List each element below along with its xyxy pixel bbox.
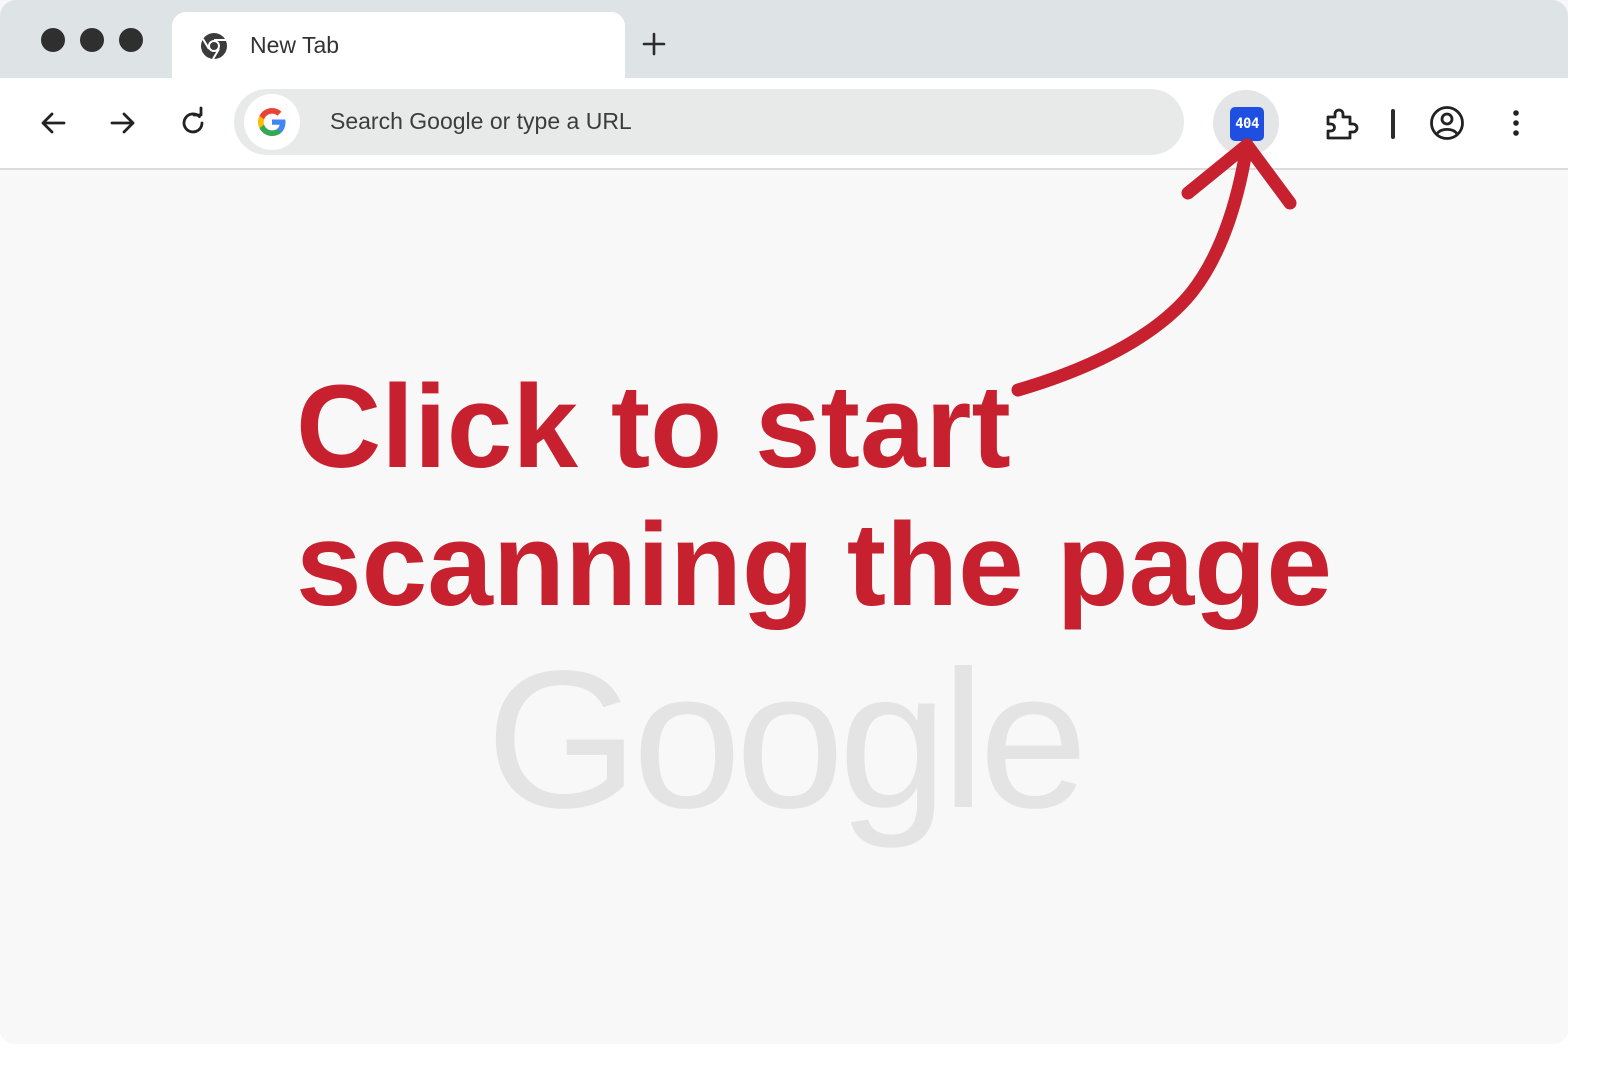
extension-404-badge: 404 (1230, 107, 1264, 141)
profile-icon[interactable] (1428, 104, 1466, 142)
window-control-minimize[interactable] (80, 28, 104, 52)
browser-window: New Tab Search Google or type a URL 404 … (0, 0, 1568, 1044)
toolbar-divider (1391, 109, 1395, 139)
tab-title: New Tab (250, 32, 340, 58)
headline-line-2: scanning the page (296, 499, 1332, 631)
plus-icon[interactable] (638, 28, 670, 60)
kebab-menu-icon[interactable] (1498, 105, 1534, 141)
instruction-headline: Click to start scanning the page (296, 358, 1332, 634)
extension-404-button[interactable]: 404 (1213, 90, 1279, 156)
toolbar: Search Google or type a URL 404 (0, 78, 1568, 170)
window-control-maximize[interactable] (119, 28, 143, 52)
google-logo-watermark: Google (485, 630, 1088, 849)
omnibox[interactable]: Search Google or type a URL (234, 89, 1184, 155)
tab-new-tab[interactable]: New Tab (172, 12, 625, 78)
new-tab-page: Google Click to start scanning the page (0, 170, 1568, 1044)
headline-line-1: Click to start (296, 361, 1011, 493)
reload-icon[interactable] (175, 105, 211, 141)
chrome-icon (201, 33, 227, 60)
arrow-right-icon[interactable] (105, 105, 141, 141)
puzzle-icon[interactable] (1322, 104, 1360, 142)
google-g-icon (244, 94, 300, 150)
tab-strip: New Tab (0, 0, 1568, 78)
window-control-close[interactable] (41, 28, 65, 52)
omnibox-placeholder: Search Google or type a URL (330, 108, 632, 134)
arrow-left-icon[interactable] (35, 105, 71, 141)
